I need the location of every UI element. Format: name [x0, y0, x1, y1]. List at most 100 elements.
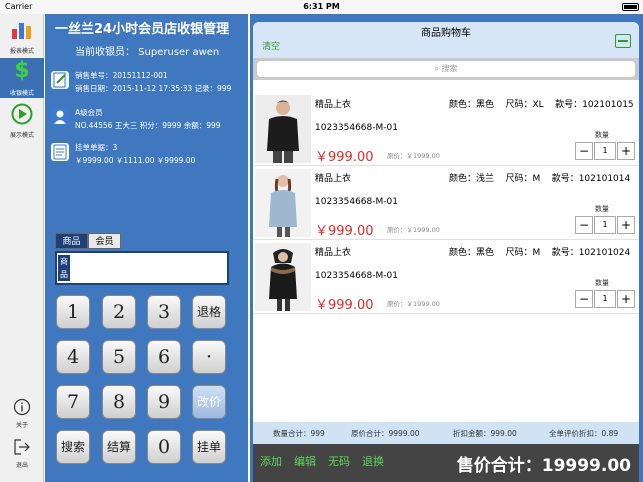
backspace-key[interactable]: 退格 [192, 295, 226, 329]
clear-cart-button[interactable]: 清空 [262, 39, 280, 52]
quantity-value[interactable]: 1 [594, 290, 616, 308]
cart-panel: 商品购物车 清空 ⌕ 搜索 精品上衣 颜色：黑色 尺码：XL 款号：102101… [250, 14, 643, 482]
quantity-label: 数量 [595, 131, 609, 139]
info-icon [13, 398, 31, 416]
key-5[interactable]: 5 [102, 340, 136, 374]
clock: 6:31 PM [303, 2, 340, 11]
status-bar: Carrier 6:31 PM [0, 0, 643, 14]
key-dot[interactable]: · [192, 340, 226, 374]
item-color: 颜色：黑色 [449, 100, 495, 110]
sidebar-item-label: 展示模式 [9, 132, 34, 139]
item-original-price: 原价：￥1999.00 [387, 300, 440, 308]
scan-icon[interactable] [615, 34, 631, 48]
item-original-price: 原价：￥1999.00 [387, 152, 440, 160]
item-price: ￥999.00 [315, 224, 374, 239]
cart-footer: 添加 编辑 无码 退换 售价合计：19999.00 [253, 444, 639, 482]
search-key[interactable]: 搜索 [56, 430, 90, 464]
item-style-no: 款号：102101024 [551, 248, 631, 258]
edit-button[interactable]: 编辑 [294, 453, 316, 469]
sidebar-item-label: 关于 [15, 422, 28, 429]
app-title: 一丝兰24小时会员店收银管理 [55, 22, 230, 37]
quantity-label: 数量 [595, 279, 609, 287]
sidebar-item-label: 收银模式 [9, 90, 34, 97]
key-0[interactable]: 0 [147, 430, 181, 464]
item-style-no: 款号：102101015 [555, 100, 634, 110]
key-2[interactable]: 2 [102, 295, 136, 329]
edit-icon [51, 71, 69, 89]
order-discount: 全单评价折扣：0.89 [549, 429, 619, 438]
item-size: 尺码：M [505, 174, 541, 184]
key-4[interactable]: 4 [56, 340, 90, 374]
item-code: 1023354668-M-01 [315, 271, 398, 281]
change-price-key[interactable]: 改价 [192, 385, 226, 419]
key-7[interactable]: 7 [56, 385, 90, 419]
sidebar-item-label: 报表模式 [9, 48, 34, 55]
checkout-key[interactable]: 结算 [102, 430, 136, 464]
key-8[interactable]: 8 [102, 385, 136, 419]
search-input[interactable]: ⌕ 搜索 [257, 61, 635, 77]
cart-item[interactable]: 精品上衣 颜色：黑色 尺码：M 款号：102101024 1023354668-… [253, 240, 639, 314]
bar-chart-icon [12, 23, 31, 39]
item-name: 精品上衣 [315, 100, 352, 110]
tab-member[interactable]: 会员 [88, 233, 121, 249]
order-number: 销售单号：20151112-001 [75, 71, 168, 80]
item-original-price: 原价：￥1999.00 [387, 226, 440, 234]
cart-summary: 数量合计：999 原价合计：9999.00 折扣金额：999.00 全单评价折扣… [253, 422, 639, 444]
search-icon: ⌕ [434, 64, 442, 73]
add-button[interactable]: 添加 [260, 453, 282, 469]
decrement-button[interactable]: − [575, 142, 593, 160]
key-9[interactable]: 9 [147, 385, 181, 419]
no-barcode-button[interactable]: 无码 [328, 453, 350, 469]
return-exchange-button[interactable]: 退换 [362, 453, 384, 469]
key-1[interactable]: 1 [56, 295, 90, 329]
item-attributes: 颜色：浅兰 尺码：M 款号：102101014 [449, 171, 630, 184]
logout-icon [14, 439, 30, 455]
hold-order-key[interactable]: 挂单 [192, 430, 226, 464]
item-code: 1023354668-M-01 [315, 123, 398, 133]
increment-button[interactable]: + [617, 290, 635, 308]
cart-header: 商品购物车 清空 [253, 22, 639, 58]
key-6[interactable]: 6 [147, 340, 181, 374]
user-avatar-icon [51, 108, 69, 126]
item-price: ￥999.00 [315, 298, 374, 313]
product-image [255, 95, 311, 163]
dollar-icon: $ [14, 58, 30, 83]
decrement-button[interactable]: − [575, 216, 593, 234]
item-size: 尺码：M [505, 248, 541, 258]
held-count: 挂单单据：3 [75, 143, 118, 152]
original-total: 原价合计：9999.00 [351, 429, 420, 438]
tab-product[interactable]: 商品 [55, 233, 88, 249]
decrement-button[interactable]: − [575, 290, 593, 308]
increment-button[interactable]: + [617, 216, 635, 234]
product-image [255, 243, 311, 311]
barcode-input[interactable]: 商品 [55, 251, 229, 285]
quantity-label: 数量 [595, 205, 609, 213]
member-detail: NO.44556 王大三 积分：9999 余额：999 [75, 121, 221, 130]
item-price: ￥999.00 [315, 150, 374, 165]
cashier-label: 当前收银员： Superuser awen [75, 47, 220, 58]
cart-item[interactable]: 精品上衣 颜色：浅兰 尺码：M 款号：102101014 1023354668-… [253, 166, 639, 240]
sidebar-item-report[interactable]: 报表模式 [0, 16, 44, 56]
item-attributes: 颜色：黑色 尺码：M 款号：102101024 [449, 245, 630, 258]
quantity-value[interactable]: 1 [594, 142, 616, 160]
sidebar-item-about[interactable]: 关于 [0, 396, 44, 436]
grand-total: 售价合计：19999.00 [456, 456, 631, 476]
mode-sidebar: 报表模式 $ 收银模式 展示模式 关于 退出 [0, 14, 44, 482]
cart-item[interactable]: 精品上衣 颜色：黑色 尺码：XL 款号：102101015 1023354668… [253, 92, 639, 166]
sidebar-item-display[interactable]: 展示模式 [0, 100, 44, 140]
document-icon [51, 143, 69, 161]
quantity-value[interactable]: 1 [594, 216, 616, 234]
shopping-cart: 商品购物车 清空 ⌕ 搜索 精品上衣 颜色：黑色 尺码：XL 款号：102101… [253, 22, 639, 482]
input-type-tag: 商品 [58, 255, 70, 281]
cart-title: 商品购物车 [421, 28, 471, 39]
increment-button[interactable]: + [617, 142, 635, 160]
item-style-no: 款号：102101014 [551, 174, 631, 184]
play-icon [11, 103, 33, 125]
key-3[interactable]: 3 [147, 295, 181, 329]
search-placeholder: 搜索 [441, 64, 458, 73]
sidebar-item-cashier[interactable]: $ 收银模式 [0, 58, 44, 98]
item-name: 精品上衣 [315, 248, 352, 258]
sidebar-item-logout[interactable]: 退出 [0, 436, 44, 476]
item-size: 尺码：XL [505, 100, 544, 110]
item-color: 颜色：浅兰 [449, 174, 495, 184]
